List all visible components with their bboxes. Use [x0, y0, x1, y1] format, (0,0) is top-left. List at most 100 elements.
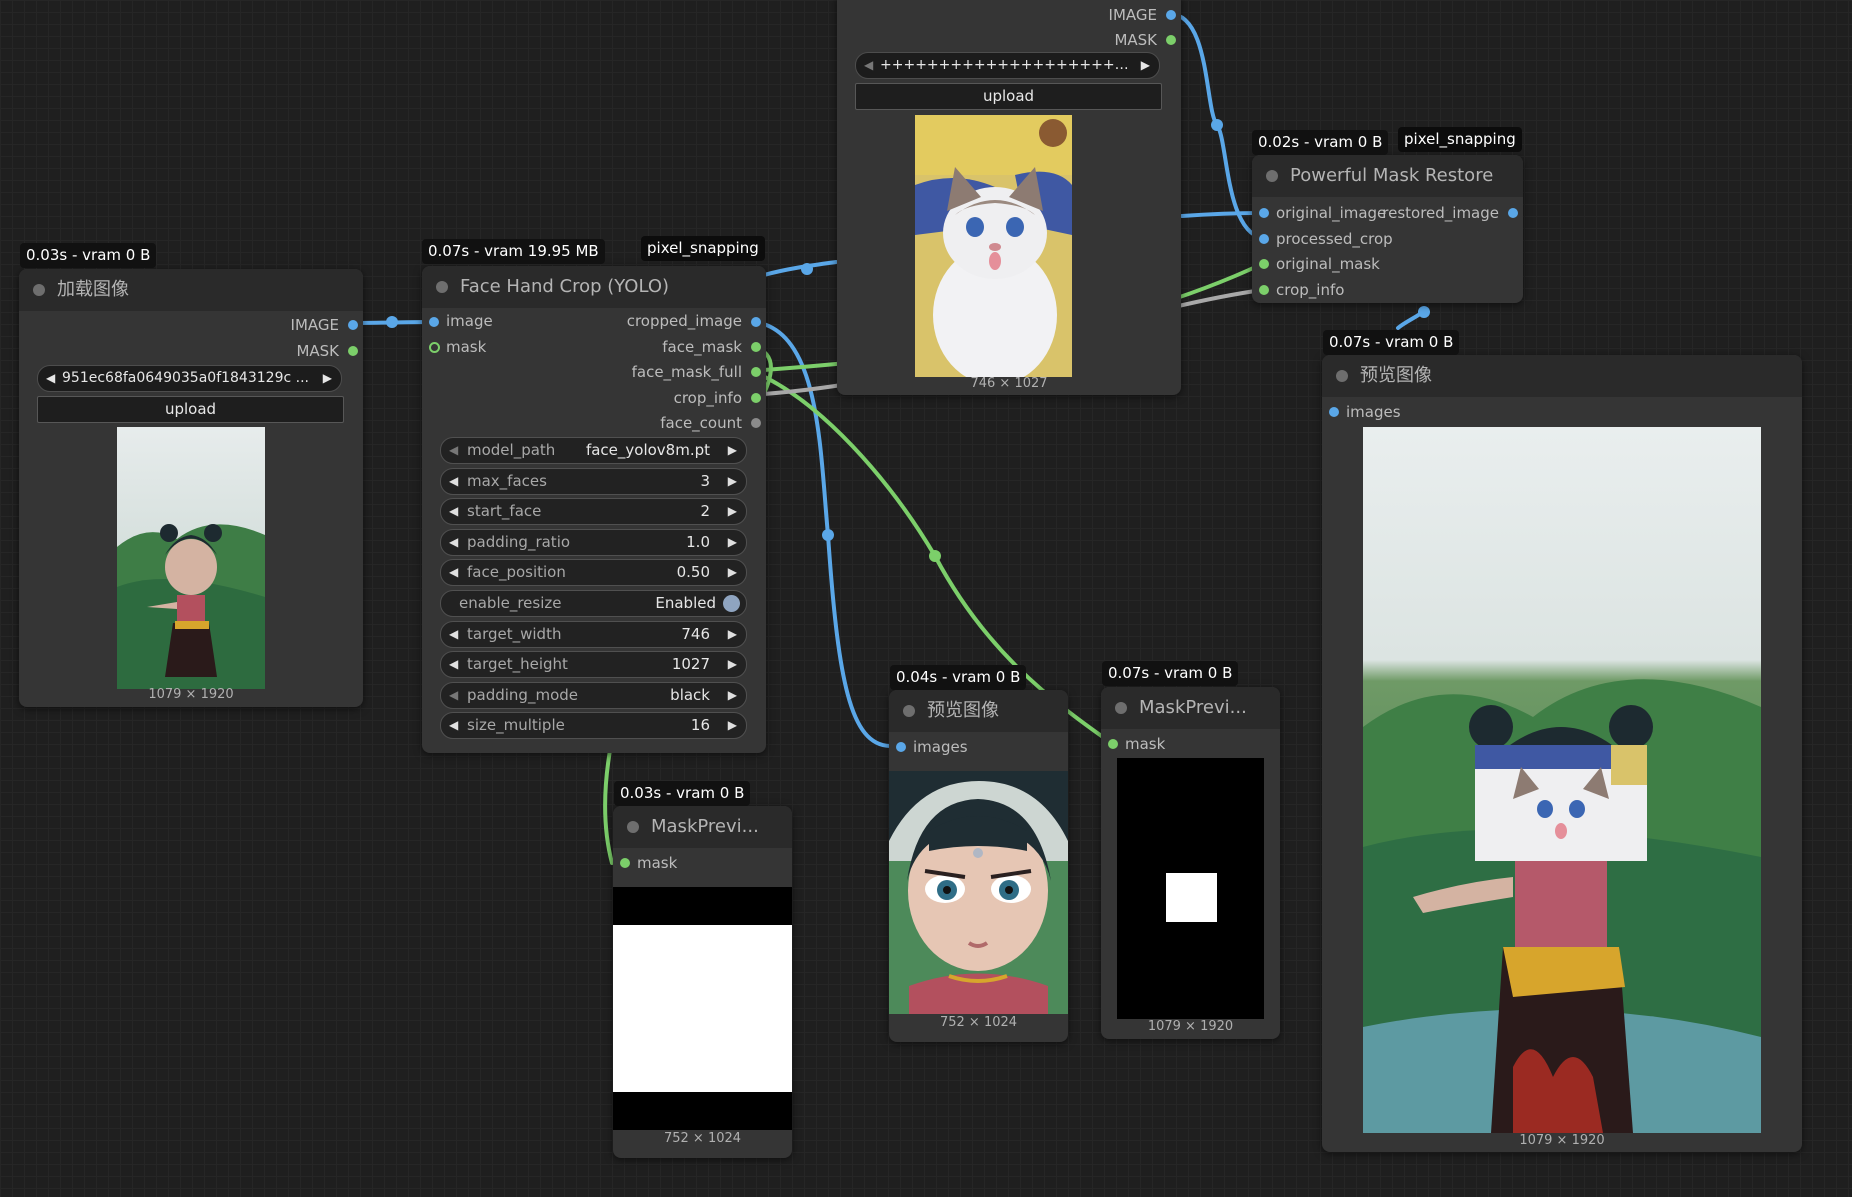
decrement-arrow-icon[interactable]: ◀	[449, 652, 458, 677]
increment-arrow-icon[interactable]: ▶	[728, 652, 737, 677]
input-slot-original-mask[interactable]	[1259, 259, 1269, 269]
node-title-bar[interactable]: Powerful Mask Restore	[1252, 155, 1523, 197]
powerful-mask-restore-node[interactable]: Powerful Mask Restore original_image pro…	[1252, 155, 1523, 303]
collapse-dot-icon[interactable]	[33, 284, 45, 296]
decrement-arrow-icon[interactable]: ◀	[449, 560, 458, 585]
increment-arrow-icon[interactable]: ▶	[728, 469, 737, 494]
input-slot-processed-crop[interactable]	[1259, 234, 1269, 244]
output-slot-face-mask[interactable]	[751, 342, 761, 352]
increment-arrow-icon[interactable]: ▶	[728, 499, 737, 524]
widget-max-faces[interactable]: ◀ max_faces 3 ▶	[440, 468, 747, 495]
mask-preview-node-1[interactable]: MaskPrevi... mask 752 × 1024	[613, 806, 792, 1158]
widget-padding-ratio[interactable]: ◀ padding_ratio 1.0 ▶	[440, 529, 747, 556]
image-dimensions: 1079 × 1920	[1519, 1133, 1605, 1148]
mask-preview-node-2[interactable]: MaskPrevi... mask 1079 × 1920	[1101, 687, 1280, 1039]
next-arrow-icon[interactable]: ▶	[323, 366, 332, 391]
input-label-images: images	[913, 738, 968, 756]
output-slot-image[interactable]	[348, 320, 358, 330]
node-title-bar[interactable]: MaskPrevi...	[613, 806, 792, 848]
decrement-arrow-icon[interactable]: ◀	[449, 530, 458, 555]
widget-enable-resize-toggle[interactable]: enable_resize Enabled	[440, 590, 747, 617]
toggle-knob-icon[interactable]	[723, 595, 740, 612]
widget-target-width[interactable]: ◀ target_width 746 ▶	[440, 621, 747, 648]
input-slot-images[interactable]	[1329, 407, 1339, 417]
output-slot-crop-info[interactable]	[751, 393, 761, 403]
collapse-dot-icon[interactable]	[1336, 370, 1348, 382]
output-slot-face-mask-full[interactable]	[751, 367, 761, 377]
image-filename: 951ec68fa0649035a0f1843129c ...	[62, 370, 309, 386]
input-slot-mask[interactable]	[429, 342, 440, 353]
collapse-dot-icon[interactable]	[1115, 702, 1127, 714]
widget-padding-mode[interactable]: ◀ padding_mode black ▶	[440, 682, 747, 709]
load-image-node[interactable]: 加载图像 IMAGE MASK ◀ 951ec68fa0649035a0f184…	[19, 269, 363, 707]
upload-button[interactable]: upload	[37, 396, 344, 423]
input-slot-mask[interactable]	[620, 858, 630, 868]
decrement-arrow-icon[interactable]: ◀	[449, 622, 458, 647]
node-title: 加载图像	[57, 279, 129, 300]
decrement-arrow-icon[interactable]: ◀	[449, 499, 458, 524]
decrement-arrow-icon[interactable]: ◀	[449, 469, 458, 494]
node-title: MaskPrevi...	[651, 816, 759, 837]
collapse-dot-icon[interactable]	[903, 705, 915, 717]
widget-label: padding_mode	[467, 686, 578, 704]
collapse-dot-icon[interactable]	[1266, 170, 1278, 182]
upload-button[interactable]: upload	[855, 83, 1162, 110]
output-slot-cropped-image[interactable]	[751, 317, 761, 327]
prev-arrow-icon[interactable]: ◀	[46, 366, 55, 391]
prev-arrow-icon[interactable]: ◀	[864, 53, 873, 78]
widget-face-position[interactable]: ◀ face_position 0.50 ▶	[440, 559, 747, 586]
node-title-bar[interactable]: Face Hand Crop (YOLO)	[422, 266, 766, 308]
input-slot-crop-info[interactable]	[1259, 285, 1269, 295]
input-label-images: images	[1346, 403, 1401, 421]
node-title-bar[interactable]: 预览图像	[889, 690, 1068, 732]
widget-value: 1027	[671, 655, 710, 673]
mask-image	[1117, 758, 1264, 1019]
widget-model-path[interactable]: ◀ model_path face_yolov8m.pt ▶	[440, 437, 747, 464]
preview-image-node-final[interactable]: 预览图像 images 1079 × 1920	[1322, 355, 1802, 1152]
output-slot-mask[interactable]	[1166, 35, 1176, 45]
output-slot-restored-image[interactable]	[1508, 208, 1518, 218]
widget-size-multiple[interactable]: ◀ size_multiple 16 ▶	[440, 712, 747, 739]
output-label-image: IMAGE	[1108, 6, 1157, 24]
mask-white-region	[613, 925, 792, 1092]
input-slot-mask[interactable]	[1108, 739, 1118, 749]
increment-arrow-icon[interactable]: ▶	[728, 438, 737, 463]
increment-arrow-icon[interactable]: ▶	[728, 530, 737, 555]
image-file-select[interactable]: ◀ ++++++++++++++++++++++.j... ▶	[855, 52, 1160, 79]
mask-image	[613, 887, 792, 1130]
widget-label: model_path	[467, 441, 556, 459]
decrement-arrow-icon[interactable]: ◀	[449, 683, 458, 708]
output-slot-face-count[interactable]	[751, 418, 761, 428]
node-title-bar[interactable]: 预览图像	[1322, 355, 1802, 397]
input-slot-original-image[interactable]	[1259, 208, 1269, 218]
increment-arrow-icon[interactable]: ▶	[728, 622, 737, 647]
increment-arrow-icon[interactable]: ▶	[728, 713, 737, 738]
node-tag-chip: pixel_snapping	[1398, 127, 1522, 152]
preview-image-node-crop[interactable]: 预览图像 images 752 × 1024	[889, 690, 1068, 1042]
collapse-dot-icon[interactable]	[436, 281, 448, 293]
widget-label: size_multiple	[467, 716, 565, 734]
node-title-bar[interactable]: MaskPrevi...	[1101, 687, 1280, 729]
input-slot-images[interactable]	[896, 742, 906, 752]
face-hand-crop-node[interactable]: Face Hand Crop (YOLO) image mask cropped…	[422, 266, 766, 753]
increment-arrow-icon[interactable]: ▶	[728, 683, 737, 708]
image-filename: ++++++++++++++++++++++.j...	[880, 57, 1129, 73]
increment-arrow-icon[interactable]: ▶	[728, 560, 737, 585]
widget-start-face[interactable]: ◀ start_face 2 ▶	[440, 498, 747, 525]
node-timing-badge: 0.04s - vram 0 B	[890, 665, 1027, 690]
image-file-select[interactable]: ◀ 951ec68fa0649035a0f1843129c ... ▶	[37, 365, 342, 392]
output-slot-mask[interactable]	[348, 346, 358, 356]
next-arrow-icon[interactable]: ▶	[1141, 53, 1150, 78]
decrement-arrow-icon[interactable]: ◀	[449, 438, 458, 463]
widget-label: face_position	[467, 563, 566, 581]
widget-value: 2	[700, 502, 710, 520]
decrement-arrow-icon[interactable]: ◀	[449, 713, 458, 738]
input-slot-image[interactable]	[429, 317, 439, 327]
output-label-mask: MASK	[1114, 31, 1157, 49]
load-image-node-2[interactable]: IMAGE MASK ◀ ++++++++++++++++++++++.j...…	[837, 0, 1181, 395]
output-slot-image[interactable]	[1166, 10, 1176, 20]
node-title-bar[interactable]: 加载图像	[19, 269, 363, 311]
collapse-dot-icon[interactable]	[627, 821, 639, 833]
widget-value: Enabled	[655, 594, 716, 612]
widget-target-height[interactable]: ◀ target_height 1027 ▶	[440, 651, 747, 678]
